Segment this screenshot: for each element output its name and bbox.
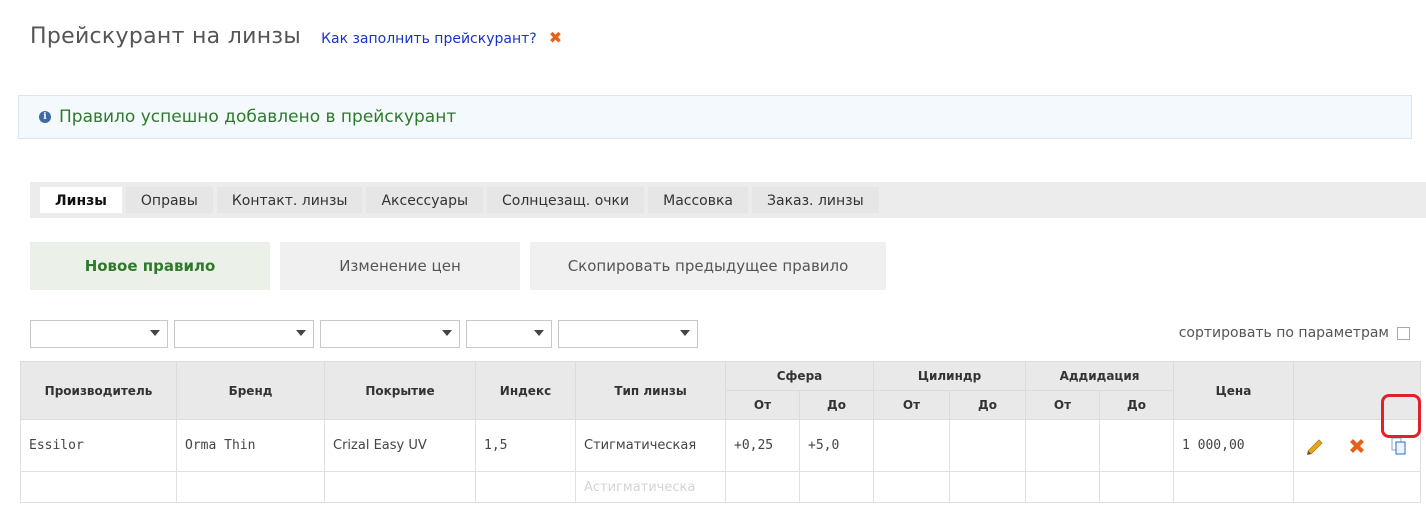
help-link[interactable]: Как заполнить прейскурант? (321, 31, 537, 47)
actions: Новое правило Изменение цен Скопировать … (30, 242, 886, 290)
chevron-down-icon (534, 330, 544, 336)
copy-previous-rule-button[interactable]: Скопировать предыдущее правило (530, 242, 886, 290)
info-icon: i (39, 111, 51, 123)
chevron-down-icon (296, 330, 306, 336)
table-row: Essilor Orma Thin Crizal Easy UV 1,5 Сти… (20, 419, 1421, 472)
tab-custom-lenses[interactable]: Заказ. линзы (752, 187, 879, 213)
close-icon[interactable]: ✖ (549, 28, 562, 47)
cell-addition-from (1025, 419, 1100, 472)
cell-sphere-from: +0,25 (725, 419, 800, 472)
success-notice: i Правило успешно добавлено в прейскуран… (18, 95, 1412, 139)
sort-checkbox[interactable] (1397, 326, 1410, 340)
change-prices-button[interactable]: Изменение цен (280, 242, 520, 290)
tab-sunglasses[interactable]: Солнцезащ. очки (487, 187, 645, 213)
header-cylinder: Цилиндр (873, 361, 1026, 391)
cell-manufacturer: Essilor (20, 419, 177, 472)
header-addition: Аддидация (1025, 361, 1174, 391)
header-sphere: Сфера (725, 361, 874, 391)
tab-lenses[interactable]: Линзы (40, 187, 122, 213)
filter-lens-type-select[interactable] (558, 320, 698, 348)
chevron-down-icon (150, 330, 160, 336)
page-title: Прейскурант на линзы (30, 24, 302, 49)
table-row: Астигматическа (20, 471, 1421, 503)
header-index: Индекс (475, 361, 576, 420)
tab-frames[interactable]: Оправы (125, 187, 213, 213)
cell-cylinder-from (873, 419, 950, 472)
filters (30, 320, 698, 348)
filter-brand-select[interactable] (174, 320, 314, 348)
header-manufacturer: Производитель (20, 361, 177, 420)
header-brand: Бренд (176, 361, 325, 420)
title-row: Прейскурант на линзы Как заполнить прейс… (30, 24, 562, 49)
copy-icon[interactable] (1378, 436, 1420, 456)
chevron-down-icon (442, 330, 452, 336)
header-coating: Покрытие (324, 361, 476, 420)
cell-cylinder-to (949, 419, 1026, 472)
cell-addition-to (1099, 419, 1174, 472)
cell-brand: Orma Thin (176, 419, 325, 472)
tab-contact-lenses[interactable]: Контакт. линзы (216, 187, 363, 213)
notice-text: Правило успешно добавлено в прейскурант (59, 107, 457, 127)
header-sphere-from: От (725, 390, 800, 420)
cell-coating: Crizal Easy UV (324, 419, 476, 472)
cell-lens-type: Астигматическа (575, 471, 726, 503)
header-lens-type: Тип линзы (575, 361, 726, 420)
cell-lens-type: Стигматическая (575, 419, 726, 472)
tab-accessories[interactable]: Аксессуары (366, 187, 484, 213)
header-cylinder-to: До (949, 390, 1026, 420)
cell-index: 1,5 (475, 419, 576, 472)
filter-index-select[interactable] (466, 320, 552, 348)
header-addition-to: До (1099, 390, 1174, 420)
chevron-down-icon (680, 330, 690, 336)
price-list-page: Прейскурант на линзы Как заполнить прейс… (0, 0, 1426, 511)
copy-button-highlight (1381, 394, 1421, 438)
delete-icon[interactable] (1336, 435, 1378, 457)
header-addition-from: От (1025, 390, 1100, 420)
pencil-icon[interactable] (1294, 435, 1336, 457)
cell-sphere-to: +5,0 (799, 419, 874, 472)
sort-label: сортировать по параметрам (1178, 325, 1389, 341)
header-price: Цена (1173, 361, 1294, 420)
sort-area: сортировать по параметрам (1179, 325, 1410, 341)
header-cylinder-from: От (873, 390, 950, 420)
cell-price: 1 000,00 (1173, 419, 1294, 472)
header-sphere-to: До (799, 390, 874, 420)
new-rule-button[interactable]: Новое правило (30, 242, 270, 290)
filter-coating-select[interactable] (320, 320, 460, 348)
tab-bulk[interactable]: Массовка (648, 187, 749, 213)
filter-manufacturer-select[interactable] (30, 320, 168, 348)
price-table: Производитель Бренд Покрытие Индекс Тип … (20, 361, 1421, 503)
tabs: Линзы Оправы Контакт. линзы Аксессуары С… (40, 187, 879, 213)
